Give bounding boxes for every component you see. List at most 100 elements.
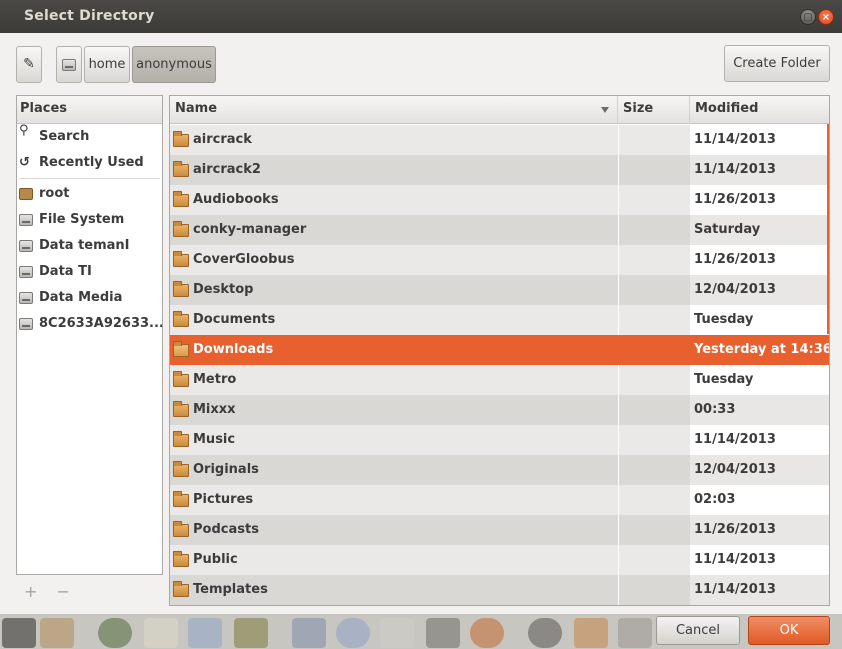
file-name: CoverGloobus	[193, 252, 295, 267]
place-recently-used[interactable]: ↺ Recently Used	[17, 150, 162, 176]
file-name-cell: aircrack2	[170, 155, 618, 185]
chat-icon	[336, 618, 370, 648]
file-modified-cell: Saturday	[690, 215, 829, 245]
drive-icon	[19, 318, 33, 330]
file-size-cell	[618, 425, 690, 455]
folder-icon	[173, 491, 189, 507]
scrollbar[interactable]	[827, 124, 829, 334]
file-name-cell: Desktop	[170, 275, 618, 305]
file-name-cell: Mixxx	[170, 395, 618, 425]
file-name: Pictures	[193, 492, 254, 507]
column-name-header[interactable]: Name	[170, 96, 618, 124]
file-row[interactable]: Desktop 12/04/2013	[170, 275, 829, 305]
ok-button[interactable]: OK	[748, 616, 830, 645]
select-directory-dialog: ✎ home anonymous Create Folder Places ⚲ …	[0, 33, 842, 649]
file-row[interactable]: Public 11/14/2013	[170, 545, 829, 575]
folder-icon	[173, 311, 189, 327]
column-size-header[interactable]: Size	[618, 96, 690, 124]
path-home-button[interactable]: home	[84, 46, 130, 83]
home-folder-icon	[19, 188, 33, 200]
file-name-cell: Music	[170, 425, 618, 455]
file-size-cell	[618, 275, 690, 305]
file-modified-cell: 02:03	[690, 485, 829, 515]
file-name: Originals	[193, 462, 259, 477]
create-folder-button[interactable]: Create Folder	[724, 45, 830, 82]
file-row[interactable]: Audiobooks 11/26/2013	[170, 185, 829, 215]
file-row[interactable]: Originals 12/04/2013	[170, 455, 829, 485]
add-place-button[interactable]: +	[24, 582, 37, 601]
place-root[interactable]: root	[17, 181, 162, 207]
folder-icon	[173, 161, 189, 177]
file-size-cell	[618, 215, 690, 245]
drive-icon	[19, 266, 33, 278]
drive-icon	[62, 58, 76, 71]
file-name: Podcasts	[193, 522, 259, 537]
file-modified-cell: 11/14/2013	[690, 425, 829, 455]
file-row[interactable]: Mixxx 00:33	[170, 395, 829, 425]
close-button[interactable]: ×	[818, 9, 834, 25]
file-row[interactable]: CoverGloobus 11/26/2013	[170, 245, 829, 275]
file-row[interactable]: aircrack2 11/14/2013	[170, 155, 829, 185]
type-location-button[interactable]: ✎	[16, 46, 42, 83]
file-size-cell	[618, 125, 690, 155]
file-name: Downloads	[193, 342, 274, 357]
column-modified-header[interactable]: Modified	[690, 96, 829, 124]
file-row[interactable]: Templates 11/14/2013	[170, 575, 829, 605]
file-modified-cell: 00:33	[690, 395, 829, 425]
drive-app-icon	[380, 618, 414, 648]
file-modified-cell: 11/26/2013	[690, 185, 829, 215]
path-root-button[interactable]	[56, 46, 82, 83]
cancel-button[interactable]: Cancel	[656, 616, 740, 645]
title-bar: Select Directory ▢ ×	[0, 0, 842, 33]
path-anonymous-button[interactable]: anonymous	[132, 46, 216, 83]
file-row[interactable]: Downloads Yesterday at 14:36	[170, 335, 829, 365]
maximize-button[interactable]: ▢	[800, 9, 816, 25]
place-data-ti[interactable]: Data TI	[17, 259, 162, 285]
file-size-cell	[618, 395, 690, 425]
folder-icon	[173, 251, 189, 267]
file-modified-cell: 11/14/2013	[690, 155, 829, 185]
file-row[interactable]: Documents Tuesday	[170, 305, 829, 335]
file-name-cell: conky-manager	[170, 215, 618, 245]
place-label: root	[39, 186, 70, 201]
file-name: aircrack2	[193, 162, 261, 177]
place-file-system[interactable]: File System	[17, 207, 162, 233]
folder-icon	[173, 461, 189, 477]
remove-place-button[interactable]: −	[57, 582, 70, 601]
places-add-remove: + −	[24, 582, 84, 601]
file-name: Desktop	[193, 282, 254, 297]
calculator-icon	[144, 618, 178, 648]
file-name: conky-manager	[193, 222, 307, 237]
place-data-media[interactable]: Data Media	[17, 285, 162, 311]
drive-icon	[19, 240, 33, 252]
folder-icon	[173, 581, 189, 597]
file-row[interactable]: aircrack 11/14/2013	[170, 125, 829, 155]
software-center-icon	[528, 618, 562, 648]
place-data-temani[interactable]: Data temanI	[17, 233, 162, 259]
file-size-cell	[618, 155, 690, 185]
file-row[interactable]: conky-manager Saturday	[170, 215, 829, 245]
file-modified-cell: 11/26/2013	[690, 245, 829, 275]
file-row[interactable]: Metro Tuesday	[170, 365, 829, 395]
file-size-cell	[618, 185, 690, 215]
file-row[interactable]: Pictures 02:03	[170, 485, 829, 515]
place-volume[interactable]: 8C2633A92633...	[17, 311, 162, 337]
file-name: Mixxx	[193, 402, 236, 417]
recent-icon: ↺	[19, 155, 30, 170]
place-label: File System	[39, 212, 125, 227]
file-row[interactable]: Podcasts 11/26/2013	[170, 515, 829, 545]
search-icon: ⚲	[19, 124, 29, 138]
file-size-cell	[618, 515, 690, 545]
place-search[interactable]: ⚲ Search	[17, 124, 162, 150]
file-size-cell	[618, 485, 690, 515]
mail-icon	[292, 618, 326, 648]
folder-icon	[173, 521, 189, 537]
file-modified-cell: Tuesday	[690, 365, 829, 395]
file-size-cell	[618, 245, 690, 275]
sort-descending-icon	[601, 107, 609, 113]
place-label: Recently Used	[39, 155, 144, 170]
file-modified-cell: 12/04/2013	[690, 275, 829, 305]
file-modified-cell: Tuesday	[690, 305, 829, 335]
file-name: Audiobooks	[193, 192, 279, 207]
file-row[interactable]: Music 11/14/2013	[170, 425, 829, 455]
